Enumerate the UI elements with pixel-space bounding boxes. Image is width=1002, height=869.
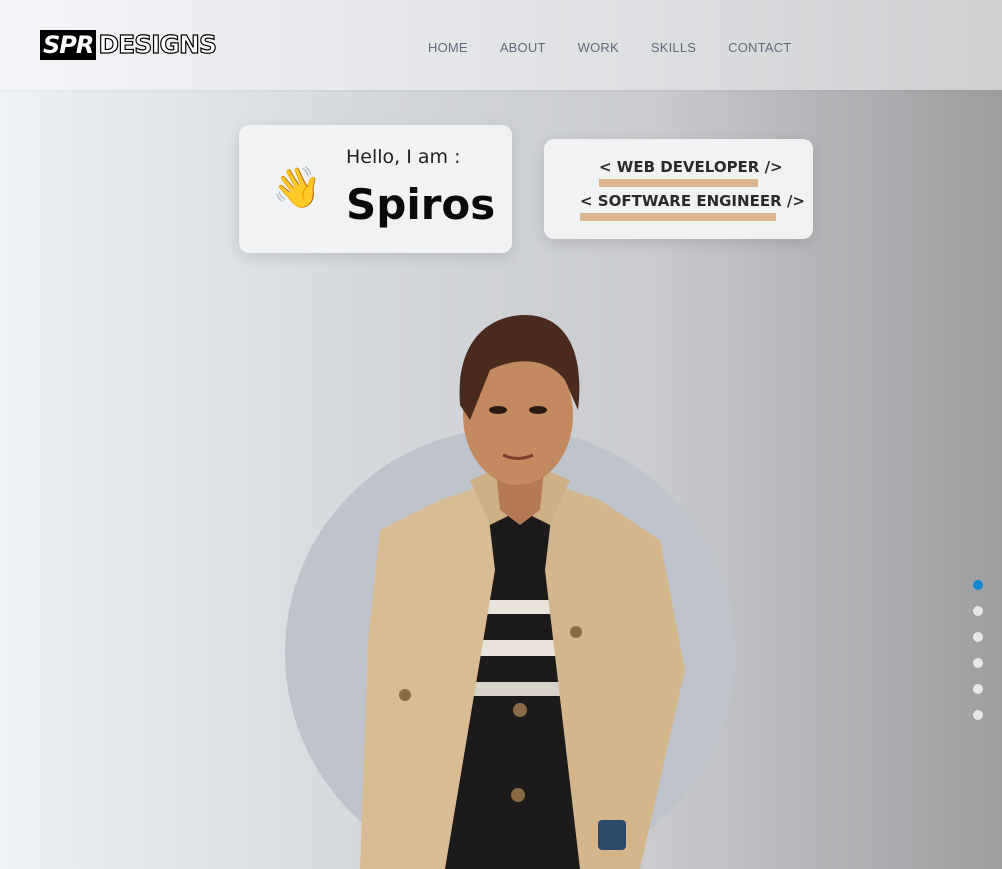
role-web-developer: < WEB DEVELOPER /> xyxy=(599,158,783,176)
section-dot-2[interactable] xyxy=(973,606,983,616)
section-dot-3[interactable] xyxy=(973,632,983,642)
role-underline xyxy=(580,213,776,221)
waving-hand-icon: 👋 xyxy=(272,165,322,211)
nav-skills[interactable]: SKILLS xyxy=(651,40,696,55)
nav-work[interactable]: WORK xyxy=(578,40,619,55)
nav-about[interactable]: ABOUT xyxy=(500,40,546,55)
avatar-illustration xyxy=(360,315,685,869)
logo-text: DESIGNS xyxy=(98,29,218,59)
nav-contact[interactable]: CONTACT xyxy=(728,40,791,55)
greeting-text: Hello, I am : xyxy=(346,146,461,168)
logo[interactable]: SPR DESIGNS xyxy=(40,29,218,60)
role-software-engineer: < SOFTWARE ENGINEER /> xyxy=(580,192,805,210)
section-pagination xyxy=(973,580,983,736)
role-underline xyxy=(599,179,758,187)
section-dot-4[interactable] xyxy=(973,658,983,668)
nav-home[interactable]: HOME xyxy=(428,40,468,55)
section-dot-6[interactable] xyxy=(973,710,983,720)
logo-mark: SPR xyxy=(40,30,97,60)
hero-name: Spiros xyxy=(346,180,496,229)
section-dot-5[interactable] xyxy=(973,684,983,694)
section-dot-1[interactable] xyxy=(973,580,983,590)
nav-menu: HOME ABOUT WORK SKILLS CONTACT xyxy=(428,40,823,55)
roles-card xyxy=(544,139,813,239)
navbar: SPR DESIGNS HOME ABOUT WORK SKILLS CONTA… xyxy=(0,0,1002,90)
